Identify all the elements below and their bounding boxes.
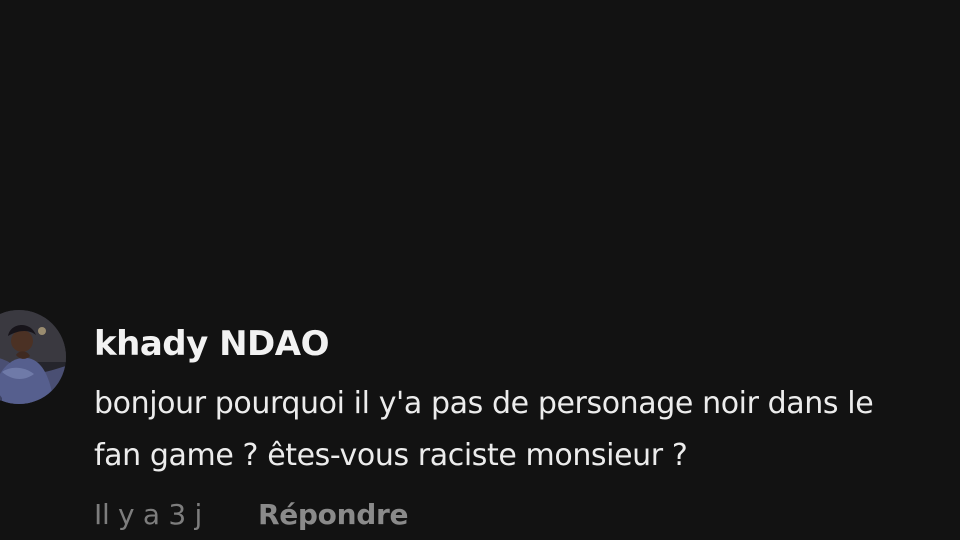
user-avatar[interactable] [0, 310, 66, 404]
comment-text-line-1: bonjour pourquoi il y'a pas de personage… [94, 386, 874, 421]
reply-button[interactable]: Répondre [258, 498, 409, 531]
comment-timestamp: Il y a 3 j [94, 497, 202, 531]
comment-text-line-2: fan game ? êtes-vous raciste monsieur ? [94, 438, 688, 473]
comment-meta: Il y a 3 j Répondre [94, 494, 408, 534]
comment-text: bonjour pourquoi il y'a pas de personage… [94, 378, 960, 482]
comment-item: khady NDAO bonjour pourquoi il y'a pas d… [0, 310, 960, 540]
comment-screen: khady NDAO bonjour pourquoi il y'a pas d… [0, 0, 960, 540]
comment-username[interactable]: khady NDAO [94, 324, 330, 364]
avatar-photo-icon [0, 310, 66, 404]
